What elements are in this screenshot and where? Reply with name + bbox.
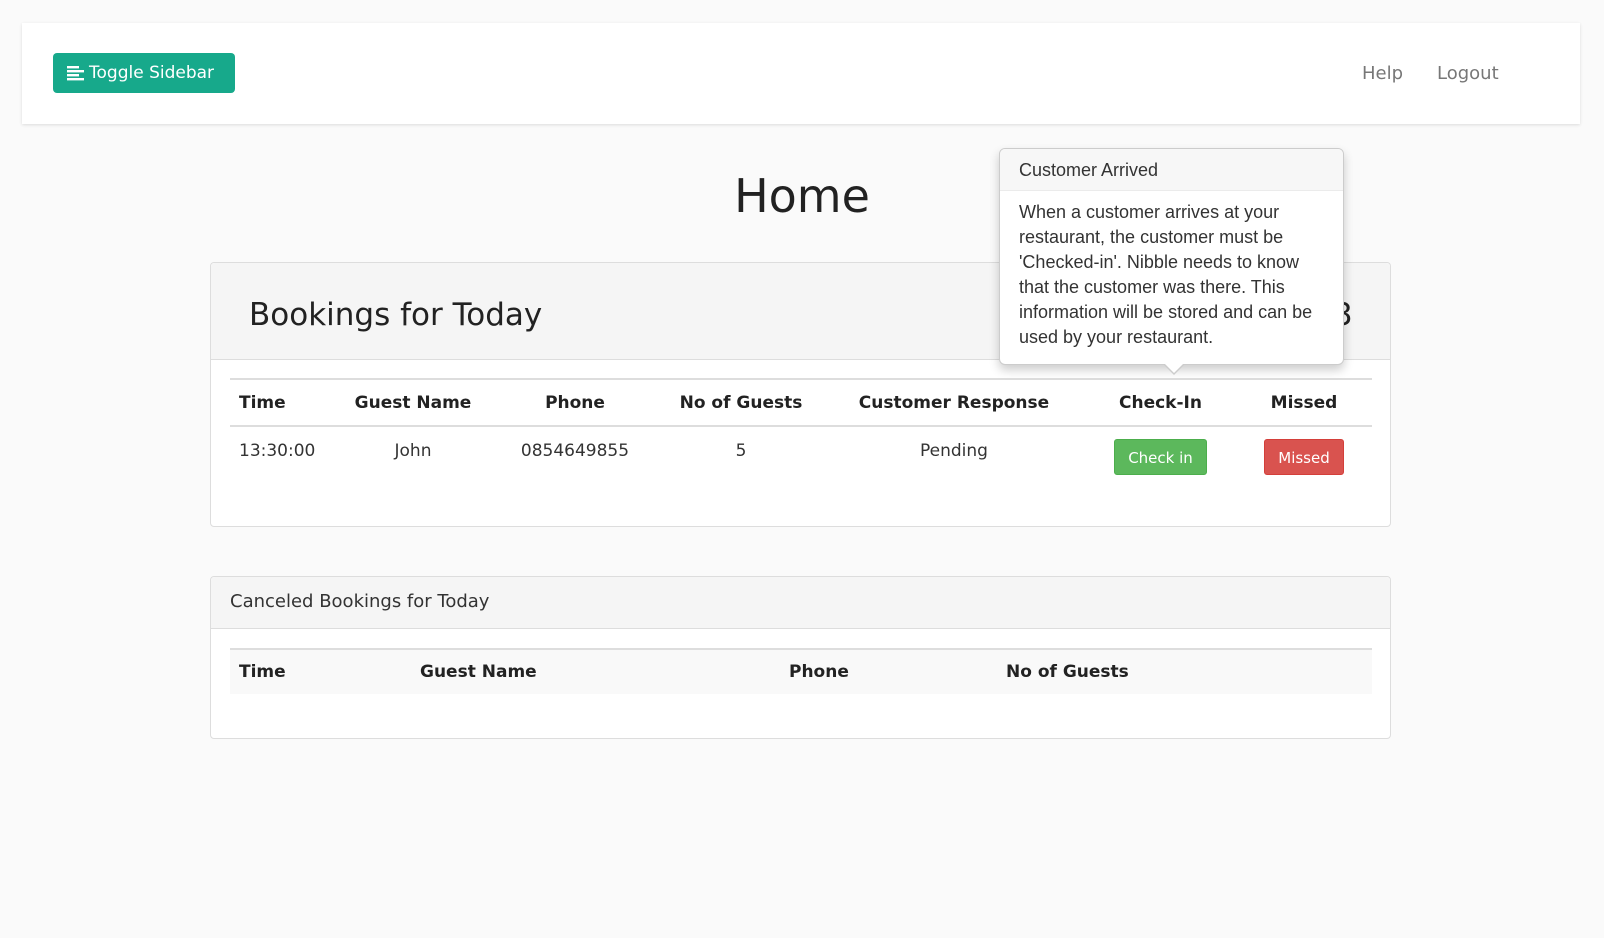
canceled-heading: Canceled Bookings for Today	[230, 591, 490, 612]
popover-title: Customer Arrived	[1000, 149, 1343, 191]
bookings-heading: Bookings for Today	[249, 297, 543, 333]
canceled-bookings-panel: Canceled Bookings for Today Time Guest N…	[210, 576, 1391, 739]
help-link[interactable]: Help	[1362, 63, 1403, 85]
column-header-missed: Missed	[1236, 378, 1372, 427]
column-header-no-of-guests: No of Guests	[659, 378, 823, 427]
popover-content: When a customer arrives at your restaura…	[1019, 202, 1313, 347]
cell-missed: Missed	[1236, 426, 1372, 475]
column-header-phone: Phone	[783, 648, 1000, 694]
cell-response: Pending	[920, 441, 988, 461]
column-header-phone: Phone	[491, 378, 659, 427]
page-title: Home	[734, 169, 870, 223]
column-header-time: Time	[230, 648, 414, 694]
table-row: 13:30:00 John 0854649855 5 Pending Check…	[230, 426, 1372, 475]
customer-arrived-popover: Customer Arrived When a customer arrives…	[999, 148, 1344, 375]
canceled-table: Time Guest Name Phone No of Guests	[230, 648, 1372, 694]
bookings-header-row: Time Guest Name Phone No of Guests Custo…	[230, 378, 1372, 427]
popover-arrow	[1163, 363, 1185, 375]
canceled-header-row: Time Guest Name Phone No of Guests	[230, 648, 1372, 694]
align-left-icon	[67, 65, 85, 81]
cell-time: 13:30:00	[239, 441, 316, 461]
column-header-customer-response: Customer Response	[823, 378, 1085, 427]
toggle-sidebar-label: Toggle Sidebar	[89, 63, 215, 83]
column-header-guest-name: Guest Name	[335, 378, 491, 427]
column-header-no-of-guests: No of Guests	[1000, 648, 1372, 694]
check-in-button[interactable]: Check in	[1114, 439, 1207, 475]
cell-check-in: Check in	[1085, 426, 1236, 475]
cell-guest-name: John	[394, 441, 432, 461]
column-header-check-in: Check-In	[1085, 378, 1236, 427]
toggle-sidebar-button[interactable]: Toggle Sidebar	[53, 53, 235, 93]
missed-button[interactable]: Missed	[1264, 439, 1344, 475]
bookings-table: Time Guest Name Phone No of Guests Custo…	[230, 378, 1372, 475]
column-header-guest-name: Guest Name	[414, 648, 783, 694]
logout-link[interactable]: Logout	[1437, 63, 1499, 85]
cell-phone: 0854649855	[520, 441, 630, 461]
cell-guests: 5	[735, 441, 747, 461]
column-header-time: Time	[230, 378, 335, 427]
canceled-panel-heading: Canceled Bookings for Today	[211, 577, 1390, 629]
top-navbar: Toggle Sidebar Help Logout	[22, 23, 1580, 124]
